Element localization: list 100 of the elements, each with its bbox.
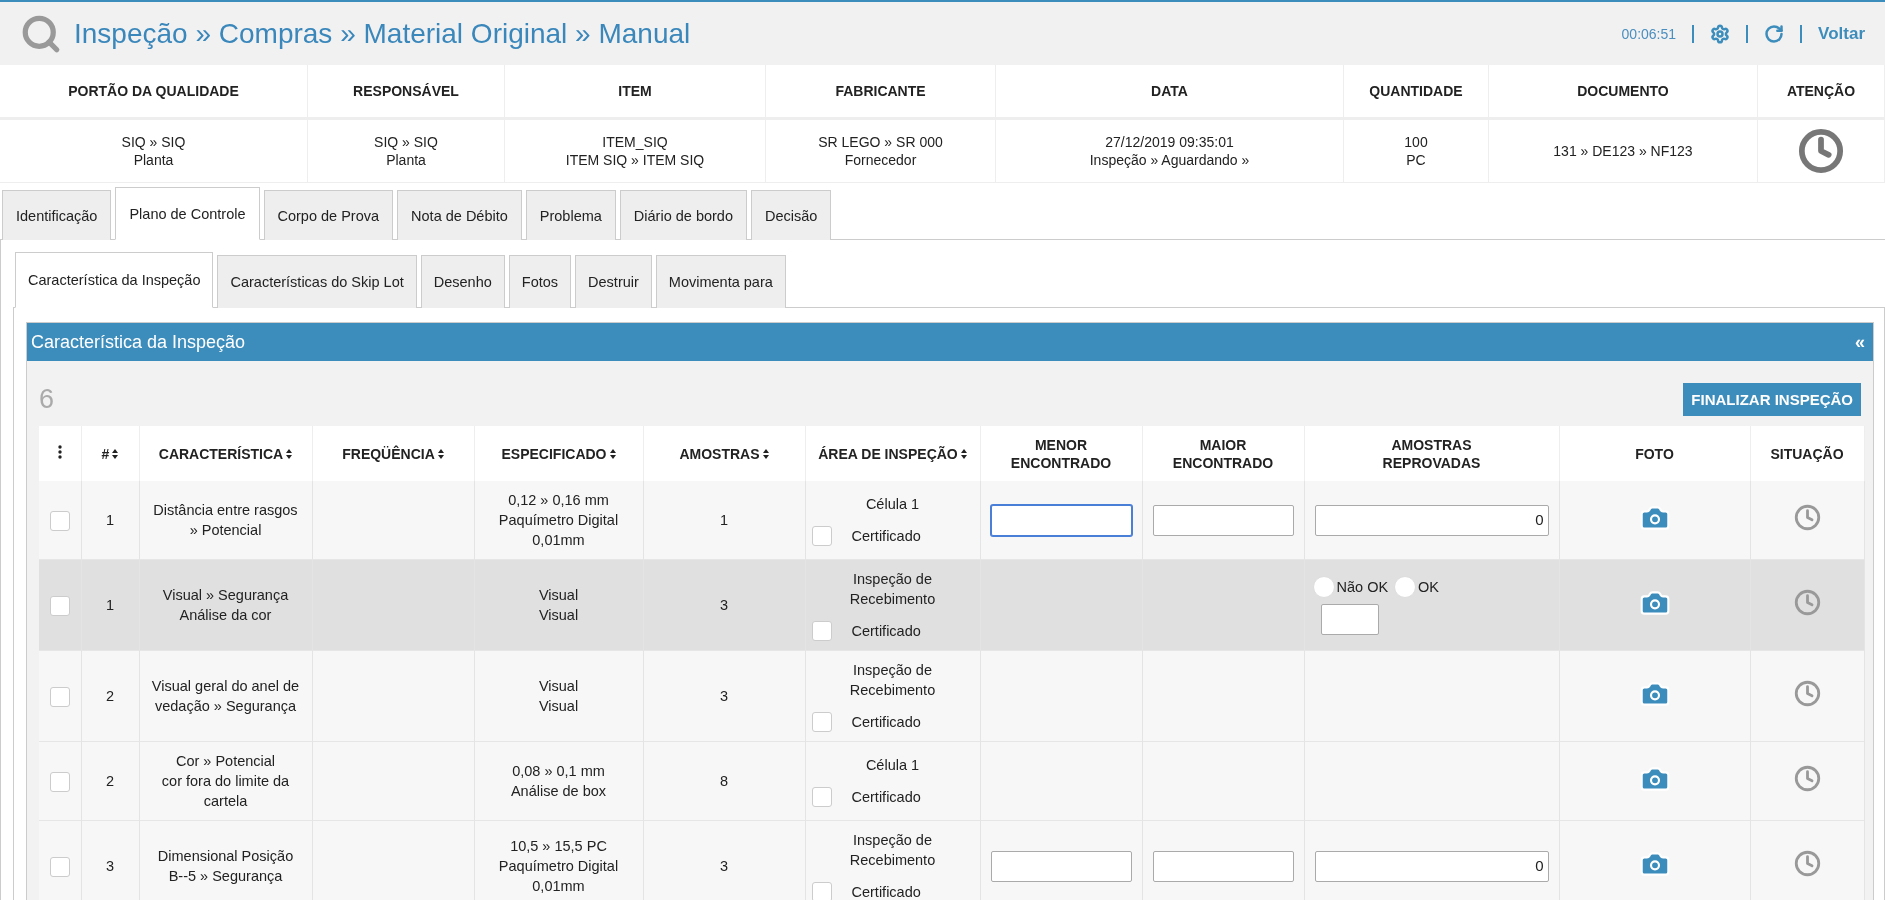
summary-cell: ITEM_SIQ ITEM SIQ » ITEM SIQ — [505, 120, 766, 183]
table-cell-text: 3 — [104, 857, 116, 876]
certificate-label: Certificado — [851, 527, 921, 546]
column-header: AMOSTRAS REPROVADAS — [1382, 435, 1481, 472]
column-header[interactable]: FREQÜÊNCIA — [342, 444, 435, 463]
clock-icon — [1793, 589, 1821, 616]
certificate-label: Certificado — [851, 883, 921, 900]
tab[interactable]: Diário de bordo — [619, 190, 747, 240]
summary-cell: 27/12/2019 09:35:01 Inspeção » Aguardando » — [996, 120, 1344, 183]
tab[interactable]: Identificação — [2, 190, 112, 240]
summary-header: RESPONSÁVEL — [308, 65, 505, 120]
certificate-label: Certificado — [851, 788, 921, 807]
highest-found-field[interactable] — [1152, 850, 1294, 882]
tab[interactable]: Corpo de Prova — [263, 190, 394, 240]
table-cell-text: 2 — [104, 687, 116, 706]
certificate-checkbox[interactable] — [811, 621, 832, 641]
sort-icon[interactable] — [762, 448, 769, 459]
certificate-label: Certificado — [851, 622, 921, 641]
table-cell-text: Cor » Potencial cor fora do limite da cartela — [160, 752, 291, 811]
table-cell-text: Visual Visual — [537, 677, 580, 716]
highest-found-field[interactable] — [1152, 504, 1294, 536]
certificate-checkbox[interactable] — [811, 526, 832, 546]
summary-cell: 131 » DE123 » NF123 — [1489, 120, 1758, 183]
table-cell-text: 3 — [718, 687, 730, 706]
row-checkbox[interactable] — [49, 686, 70, 707]
table-cell-text: 3 — [718, 857, 730, 876]
table-cell-text: 10,5 » 15,5 PC Paquímetro Digital 0,01mm — [497, 837, 620, 896]
lowest-found-field[interactable] — [990, 850, 1132, 882]
certificate-checkbox[interactable] — [811, 787, 832, 807]
clock-icon — [1793, 504, 1821, 531]
rejected-samples-field[interactable] — [1320, 603, 1379, 635]
refresh-icon[interactable] — [1764, 23, 1785, 44]
table-cell-text: 1 — [718, 511, 730, 530]
table-cell-text: 0,12 » 0,16 mm Paquímetro Digital 0,01mm — [497, 491, 620, 550]
table-row[interactable]: 2 Cor » Potencial cor fora do limite da cartela 0,08 » 0,1 mm Análise de box 8 Célula 1 Certificado — [39, 741, 1864, 821]
rejected-samples-field[interactable]: 0 — [1314, 850, 1549, 882]
certificate-checkbox[interactable] — [811, 882, 832, 900]
sort-icon[interactable] — [112, 448, 119, 459]
tab[interactable]: Decisão — [751, 190, 832, 240]
table-cell-text: 2 — [104, 772, 116, 791]
tab[interactable]: Nota de Débito — [397, 190, 522, 240]
clock-icon — [1798, 128, 1844, 174]
radio-label: Não OK — [1336, 577, 1389, 597]
row-checkbox[interactable] — [49, 510, 70, 531]
summary-header: DATA — [996, 65, 1344, 120]
finish-inspection-button[interactable]: FINALIZAR INSPEÇÃO — [1683, 383, 1861, 416]
sub-tab[interactable]: Características do Skip Lot — [217, 255, 417, 308]
summary-cell: SR LEGO » SR 000 Fornecedor — [766, 120, 996, 183]
lowest-found-field[interactable] — [990, 504, 1132, 536]
column-header: FOTO — [1635, 444, 1674, 463]
sub-tab[interactable]: Fotos — [508, 255, 572, 308]
tab[interactable]: Problema — [525, 190, 616, 240]
column-header[interactable]: AMOSTRAS — [679, 444, 760, 463]
tab[interactable]: Plano de Controle — [115, 187, 260, 240]
column-header[interactable]: # — [101, 444, 110, 463]
table-row[interactable]: 2 Visual geral do anel de vedação » Segurança Visual Visual 3 Inspeção de Recebimento Certificado — [39, 650, 1864, 742]
table-cell-text: Célula 1 — [865, 756, 920, 775]
settings-icon[interactable] — [1710, 23, 1731, 44]
table-cell-text: 1 — [104, 596, 116, 615]
radio-label: OK — [1418, 577, 1440, 597]
table-cell-text: Visual » Segurança Análise da cor — [161, 586, 290, 625]
collapse-button[interactable]: « — [1855, 331, 1865, 353]
table-cell-text: 0,08 » 0,1 mm Análise de box — [509, 762, 608, 801]
summary-header: ITEM — [505, 65, 766, 120]
sort-icon[interactable] — [609, 448, 616, 459]
column-header: MENOR ENCONTRADO — [1010, 435, 1112, 472]
summary-cell: SIQ » SIQ Planta — [308, 120, 505, 183]
sort-icon[interactable] — [286, 448, 293, 459]
sub-tab[interactable]: Destruir — [575, 255, 652, 308]
column-menu-icon[interactable] — [57, 444, 62, 459]
sub-tab[interactable]: Característica da Inspeção — [15, 252, 214, 308]
table-row[interactable]: 1 Visual » Segurança Análise da cor Visual Visual 3 Inspeção de Recebimento Certificado Não OK OK — [39, 559, 1864, 651]
column-header: MAIOR ENCONTRADO — [1172, 435, 1274, 472]
summary-header: QUANTIDADE — [1344, 65, 1489, 120]
table-cell-text: Inspeção de Recebimento — [849, 831, 936, 870]
summary-cell: SIQ » SIQ Planta — [0, 120, 308, 183]
sort-icon[interactable] — [960, 448, 967, 459]
table-cell-text: Distância entre rasgos » Potencial — [152, 501, 299, 540]
clock-icon — [1793, 850, 1821, 877]
record-count: 6 — [39, 384, 55, 415]
summary-cell: 100 PC — [1344, 120, 1489, 183]
table-row[interactable]: 3 Dimensional Posição B--5 » Segurança 10,5 » 15,5 PC Paquímetro Digital 0,01mm 3 Inspeção de Recebimento Certificado 0 — [39, 820, 1864, 900]
sort-icon[interactable] — [437, 448, 444, 459]
row-checkbox[interactable] — [49, 856, 70, 877]
certificate-label: Certificado — [851, 713, 921, 732]
sub-tab[interactable]: Desenho — [420, 255, 505, 308]
table-row[interactable]: 1 Distância entre rasgos » Potencial 0,12 » 0,16 mm Paquímetro Digital 0,01mm 1 Célula 1 Certificado 0 — [39, 481, 1864, 560]
rejected-samples-field[interactable]: 0 — [1314, 504, 1549, 536]
certificate-checkbox[interactable] — [811, 712, 832, 732]
row-checkbox[interactable] — [49, 595, 70, 616]
table-cell-text: Visual Visual — [537, 586, 580, 625]
panel-title: Característica da Inspeção — [31, 331, 246, 353]
table-cell-text: Inspeção de Recebimento — [849, 661, 936, 700]
summary-header: ATENÇÃO — [1758, 65, 1885, 120]
page-title: Inspeção » Compras » Material Original » Manual — [74, 17, 692, 50]
session-timer: 00:06:51 — [1621, 25, 1677, 42]
clock-icon — [1793, 680, 1821, 707]
row-checkbox[interactable] — [49, 771, 70, 792]
sub-tab[interactable]: Movimenta para — [655, 255, 786, 308]
table-cell-text: 8 — [718, 772, 730, 791]
